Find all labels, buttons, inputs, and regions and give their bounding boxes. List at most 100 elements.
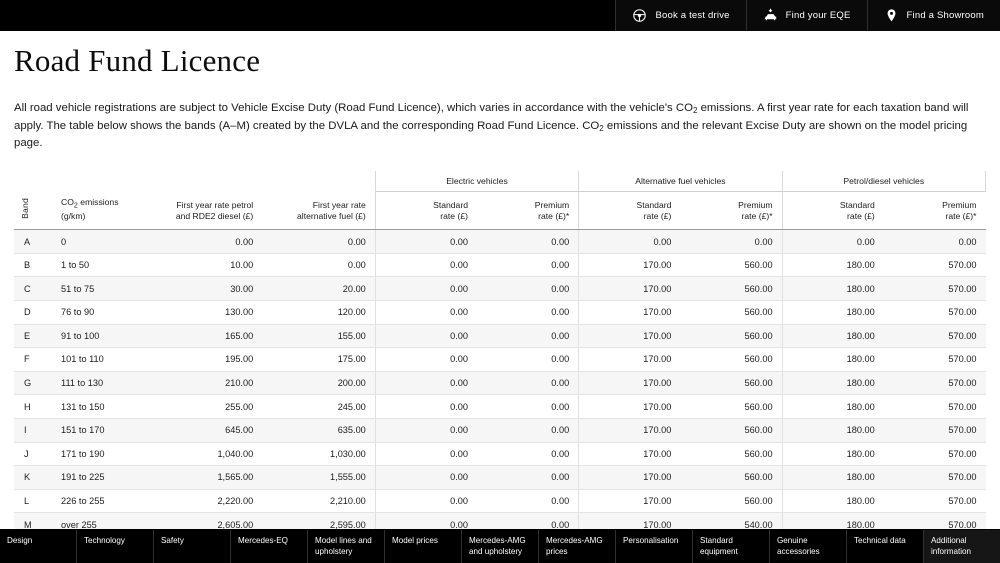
nav-tab-design[interactable]: Design: [0, 530, 77, 563]
cell-alt-premium: 560.00: [680, 253, 782, 277]
cell-pd-standard: 180.00: [782, 277, 884, 301]
table-row: A00.000.000.000.000.000.000.000.00: [14, 230, 986, 254]
cell-first-year-petrol: 2,220.00: [149, 489, 262, 513]
cell-co2: 131 to 150: [52, 395, 149, 419]
cell-first-year-petrol: 130.00: [149, 301, 262, 325]
cell-alt-premium: 560.00: [680, 277, 782, 301]
cell-band: A: [14, 230, 52, 254]
nav-tab-personalisation[interactable]: Personalisation: [616, 530, 693, 563]
nav-tab-safety[interactable]: Safety: [154, 530, 231, 563]
cell-band: D: [14, 301, 52, 325]
cell-ev-standard: 0.00: [375, 277, 477, 301]
cell-alt-premium: 560.00: [680, 348, 782, 372]
cell-first-year-alternative: 635.00: [262, 418, 375, 442]
cell-alt-standard: 170.00: [579, 253, 681, 277]
road-fund-licence-table: Electric vehicles Alternative fuel vehic…: [14, 171, 986, 537]
pd-prem-l2: rate (£)*: [945, 211, 976, 221]
steering-wheel-icon: [632, 8, 647, 23]
cell-co2: 226 to 255: [52, 489, 149, 513]
table-row: L226 to 2552,220.002,210.000.000.00170.0…: [14, 489, 986, 513]
page-root: Book a test drive Find your EQE Find a S…: [0, 0, 1000, 563]
table-group-header-row: Electric vehicles Alternative fuel vehic…: [14, 171, 986, 191]
ev-prem-l1: Premium: [535, 200, 569, 210]
cell-alt-standard: 0.00: [579, 230, 681, 254]
nav-tab-technical-data[interactable]: Technical data: [847, 530, 924, 563]
cell-ev-standard: 0.00: [375, 348, 477, 372]
cell-co2: 101 to 110: [52, 348, 149, 372]
table-row: E91 to 100165.00155.000.000.00170.00560.…: [14, 324, 986, 348]
cell-pd-standard: 180.00: [782, 301, 884, 325]
co2-header-l2: (g/km): [61, 211, 85, 221]
cell-first-year-alternative: 120.00: [262, 301, 375, 325]
cell-ev-standard: 0.00: [375, 301, 477, 325]
cell-co2: 151 to 170: [52, 418, 149, 442]
cell-band: C: [14, 277, 52, 301]
pd-std-l1: Standard: [840, 200, 875, 210]
nav-tab-standard-equipment[interactable]: Standard equipment: [693, 530, 770, 563]
column-header-band: Band: [14, 191, 52, 230]
nav-tab-model-lines-and-upholstery[interactable]: Model lines and upholstery: [308, 530, 385, 563]
cell-band: K: [14, 466, 52, 490]
cell-first-year-petrol: 255.00: [149, 395, 262, 419]
nav-tab-mercedes-amg-and-upholstery[interactable]: Mercedes-AMG and upholstery: [462, 530, 539, 563]
alt-std-l1: Standard: [636, 200, 671, 210]
table-row: H131 to 150255.00245.000.000.00170.00560…: [14, 395, 986, 419]
cell-pd-premium: 570.00: [884, 442, 986, 466]
find-your-eqe-button[interactable]: Find your EQE: [746, 0, 867, 31]
cell-first-year-petrol: 210.00: [149, 371, 262, 395]
ev-prem-l2: rate (£)*: [538, 211, 569, 221]
cell-alt-standard: 170.00: [579, 277, 681, 301]
cell-alt-premium: 560.00: [680, 489, 782, 513]
cell-pd-premium: 570.00: [884, 371, 986, 395]
nav-tab-mercedes-amg-prices[interactable]: Mercedes-AMG prices: [539, 530, 616, 563]
cell-co2: 171 to 190: [52, 442, 149, 466]
cell-alt-premium: 0.00: [680, 230, 782, 254]
cell-first-year-alternative: 1,555.00: [262, 466, 375, 490]
cell-alt-premium: 560.00: [680, 324, 782, 348]
cell-first-year-alternative: 0.00: [262, 230, 375, 254]
nav-tab-additional-information[interactable]: Additional information: [924, 530, 1000, 563]
cell-pd-premium: 570.00: [884, 324, 986, 348]
cell-pd-premium: 570.00: [884, 418, 986, 442]
table-row: J171 to 1901,040.001,030.000.000.00170.0…: [14, 442, 986, 466]
cell-ev-premium: 0.00: [477, 324, 579, 348]
cell-co2: 51 to 75: [52, 277, 149, 301]
group-header-alternative: Alternative fuel vehicles: [579, 171, 782, 191]
cell-alt-standard: 170.00: [579, 371, 681, 395]
column-header-first-year-alternative: First year rate alternative fuel (£): [262, 191, 375, 230]
cell-pd-premium: 570.00: [884, 466, 986, 490]
table-row: K191 to 2251,565.001,555.000.000.00170.0…: [14, 466, 986, 490]
co2-header-l1b: emissions: [78, 197, 119, 207]
cell-band: E: [14, 324, 52, 348]
column-header-pd-standard: Standard rate (£): [782, 191, 884, 230]
cell-ev-premium: 0.00: [477, 489, 579, 513]
cell-alt-premium: 560.00: [680, 418, 782, 442]
nav-tab-mercedes-eq[interactable]: Mercedes-EQ: [231, 530, 308, 563]
ev-std-l1: Standard: [433, 200, 468, 210]
cell-alt-premium: 560.00: [680, 442, 782, 466]
cell-first-year-petrol: 10.00: [149, 253, 262, 277]
nav-tab-technology[interactable]: Technology: [77, 530, 154, 563]
find-showroom-button[interactable]: Find a Showroom: [867, 0, 1000, 31]
cell-ev-premium: 0.00: [477, 466, 579, 490]
cell-pd-premium: 570.00: [884, 277, 986, 301]
co2-header-l1: CO: [61, 197, 74, 207]
nav-tab-model-prices[interactable]: Model prices: [385, 530, 462, 563]
alt-prem-l2: rate (£)*: [742, 211, 773, 221]
cell-ev-standard: 0.00: [375, 442, 477, 466]
cell-alt-premium: 560.00: [680, 466, 782, 490]
find-your-eqe-label: Find your EQE: [786, 11, 851, 21]
cell-first-year-petrol: 645.00: [149, 418, 262, 442]
book-test-drive-button[interactable]: Book a test drive: [615, 0, 745, 31]
cell-alt-premium: 560.00: [680, 395, 782, 419]
cell-band: F: [14, 348, 52, 372]
cell-first-year-alternative: 200.00: [262, 371, 375, 395]
cell-ev-premium: 0.00: [477, 418, 579, 442]
cell-alt-premium: 560.00: [680, 301, 782, 325]
cell-pd-premium: 570.00: [884, 348, 986, 372]
nav-tab-genuine-accessories[interactable]: Genuine accessories: [770, 530, 847, 563]
table-row: C51 to 7530.0020.000.000.00170.00560.001…: [14, 277, 986, 301]
column-header-co2: CO2 emissions (g/km): [52, 191, 149, 230]
table-row: B1 to 5010.000.000.000.00170.00560.00180…: [14, 253, 986, 277]
cell-ev-premium: 0.00: [477, 348, 579, 372]
